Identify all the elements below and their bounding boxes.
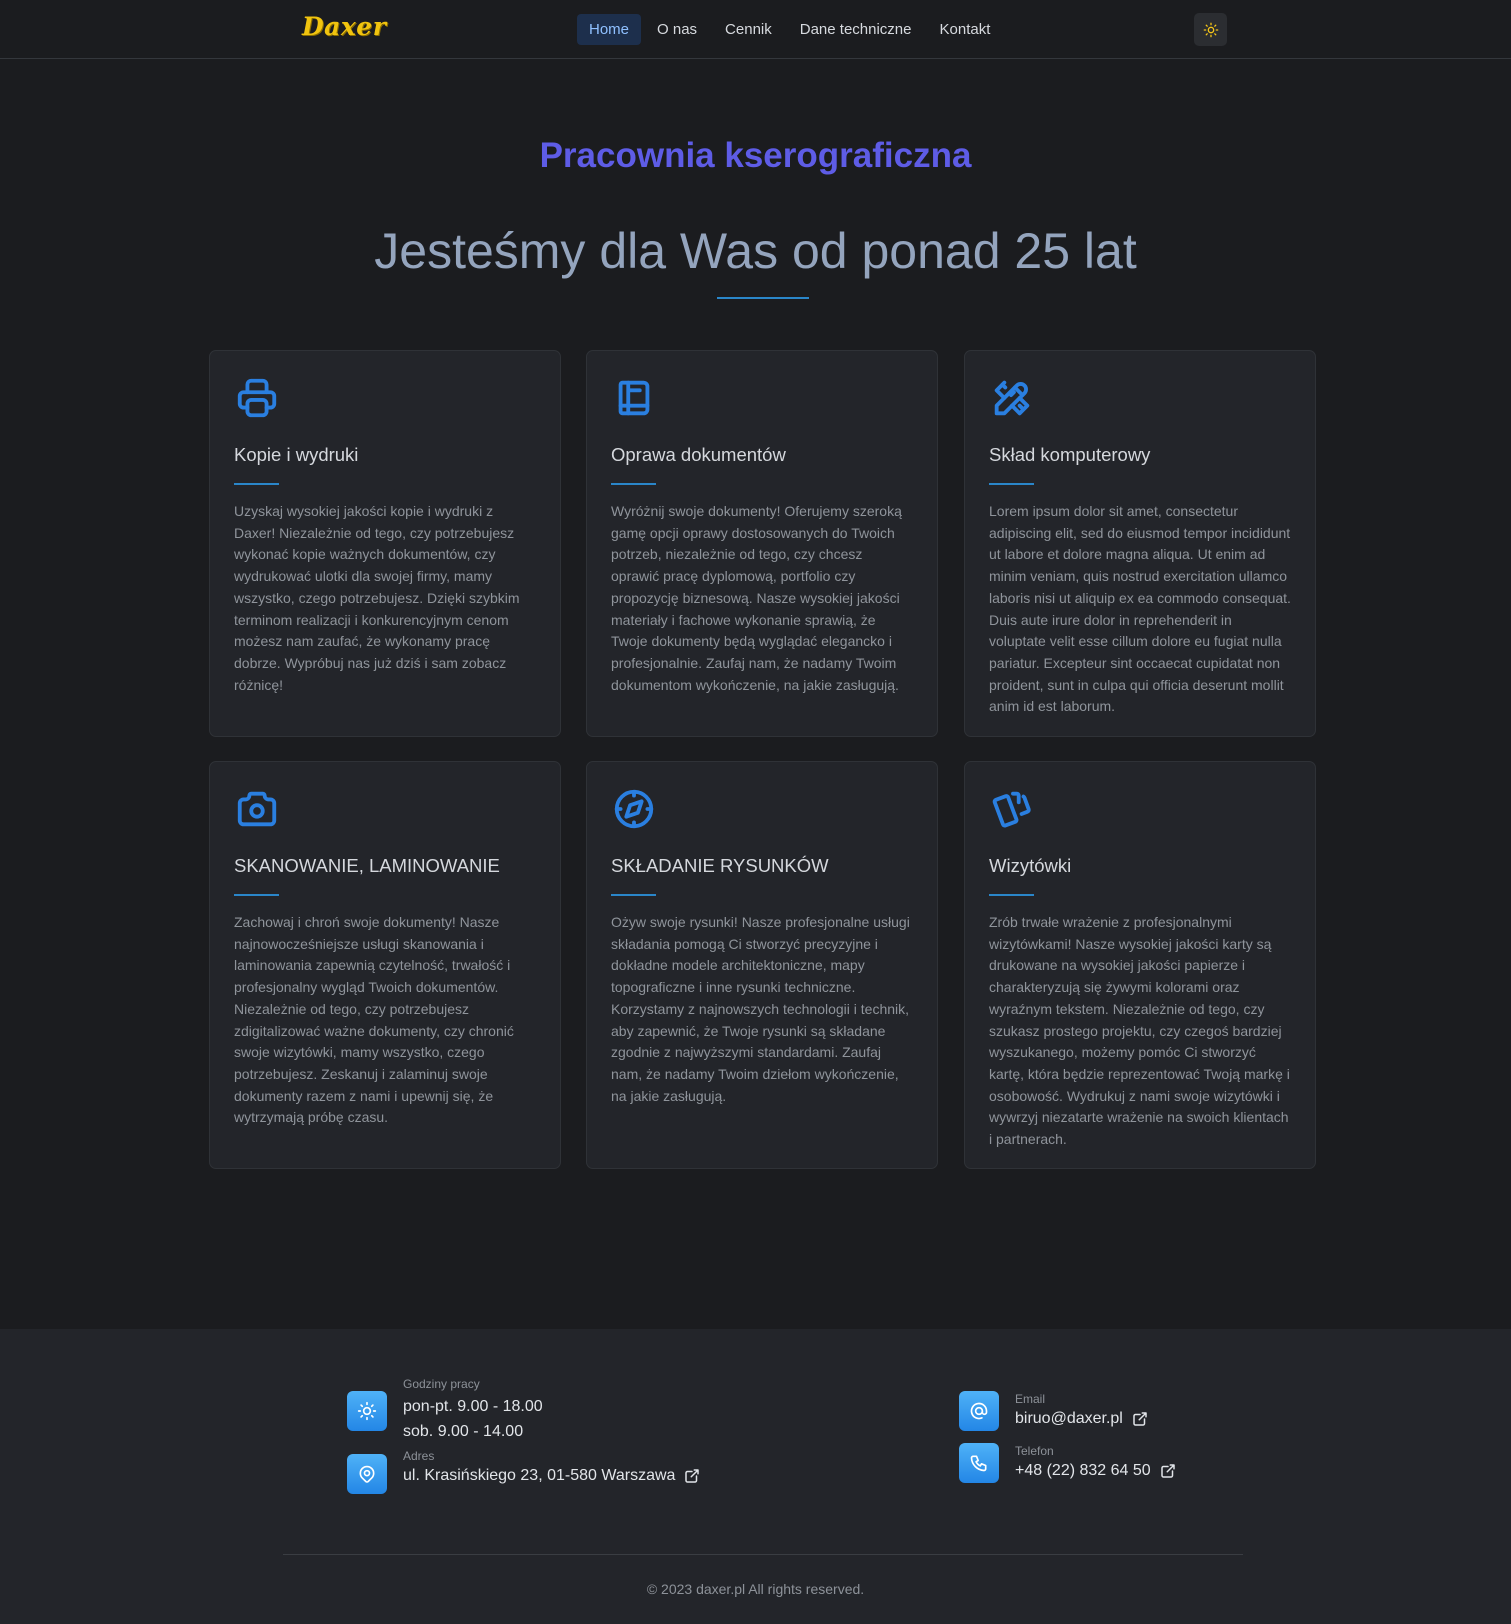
email-text: biruo@daxer.pl: [1015, 1410, 1123, 1427]
page-subtitle: Pracownia kserograficzna: [539, 136, 972, 175]
address-label: Adres: [403, 1449, 435, 1463]
service-card-skanowanie: SKANOWANIE, LAMINOWANIE Zachowaj i chroń…: [209, 761, 561, 1169]
footer-hours: Godziny pracy pon-pt. 9.00 - 18.00 sob. …: [347, 1377, 543, 1444]
external-link-icon: [685, 1468, 700, 1483]
service-card-wizytowki: Wizytówki Zrób trwałe wrażenie z profesj…: [964, 761, 1316, 1169]
main-nav: Home O nas Cennik Dane techniczne Kontak…: [577, 14, 1002, 45]
sun-icon: [357, 1401, 377, 1421]
card-divider: [989, 894, 1034, 896]
nav-o-nas[interactable]: O nas: [645, 14, 709, 45]
email-badge: [959, 1391, 999, 1431]
book-icon: [618, 380, 650, 416]
nav-kontakt[interactable]: Kontakt: [928, 14, 1003, 45]
card-text: Lorem ipsum dolor sit amet, consectetur …: [989, 503, 1291, 715]
card-divider: [611, 894, 656, 896]
address-link[interactable]: ul. Krasińskiego 23, 01-580 Warszawa: [403, 1463, 701, 1488]
card-text: Uzyskaj wysokiej jakości kopie i wydruki…: [234, 503, 520, 693]
phone-label: Telefon: [1015, 1444, 1054, 1458]
camera-icon: [237, 791, 277, 827]
hours-saturday: sob. 9.00 - 14.00: [403, 1423, 524, 1440]
card-title: Skład komputerowy: [989, 444, 1151, 465]
copyright: © 2023 daxer.pl All rights reserved.: [646, 1581, 865, 1597]
external-link-icon: [1160, 1463, 1175, 1478]
card-divider: [234, 483, 279, 485]
footer: [0, 1329, 1511, 1624]
card-text: Zachowaj i chroń swoje dokumenty! Nasze …: [234, 914, 514, 1126]
hours-weekdays: pon-pt. 9.00 - 18.00: [403, 1398, 543, 1415]
card-text: Ożyw swoje rysunki! Nasze profesjonalne …: [611, 914, 910, 1104]
theme-toggle-button[interactable]: [1194, 13, 1227, 46]
headline-divider: [717, 297, 809, 299]
footer-address: Adres ul. Krasińskiego 23, 01-580 Warsza…: [347, 1449, 701, 1494]
phone-text: +48 (22) 832 64 50: [1015, 1462, 1151, 1479]
service-card-oprawa: Oprawa dokumentów Wyróżnij swoje dokumen…: [586, 350, 938, 737]
card-title: Wizytówki: [989, 855, 1072, 876]
compass-icon: [614, 789, 654, 829]
nav-dane-techniczne[interactable]: Dane techniczne: [788, 14, 924, 45]
nav-home[interactable]: Home: [577, 14, 642, 45]
service-card-skladanie: SKŁADANIE RYSUNKÓW Ożyw swoje rysunki! N…: [586, 761, 938, 1169]
cards-icon: [992, 791, 1031, 828]
pencil-ruler-icon: [994, 380, 1030, 416]
phone-badge: [959, 1443, 999, 1483]
hours-badge: [347, 1391, 387, 1431]
external-link-icon: [1133, 1411, 1147, 1426]
card-title: Oprawa dokumentów: [611, 444, 786, 465]
nav-cennik[interactable]: Cennik: [713, 14, 784, 45]
address-badge: [347, 1454, 387, 1494]
service-card-sklad: Skład komputerowy Lorem ipsum dolor sit …: [964, 350, 1316, 737]
email-label: Email: [1015, 1392, 1046, 1406]
printer-icon: [237, 378, 277, 418]
page-headline: Jesteśmy dla Was od ponad 25 lat: [374, 223, 1137, 279]
card-divider: [611, 483, 656, 485]
card-text: Zrób trwałe wrażenie z profesjonalnymi w…: [989, 914, 1290, 1148]
phone-icon: [970, 1455, 987, 1472]
card-title: SKŁADANIE RYSUNKÓW: [611, 855, 829, 876]
card-divider: [989, 483, 1034, 485]
email-link[interactable]: biruo@daxer.pl: [1015, 1406, 1149, 1431]
top-navbar: Daxer Home O nas Cennik Dane techniczne …: [0, 0, 1511, 59]
card-text: Wyróżnij swoje dokumenty! Oferujemy szer…: [611, 503, 902, 693]
footer-divider: [283, 1554, 1243, 1555]
phone-link[interactable]: +48 (22) 832 64 50: [1015, 1458, 1177, 1483]
footer-email: Email biruo@daxer.pl: [959, 1391, 1149, 1431]
map-pin-icon: [359, 1465, 375, 1483]
logo[interactable]: Daxer: [302, 12, 386, 46]
service-card-kopie: Kopie i wydruki Uzyskaj wysokiej jakości…: [209, 350, 561, 737]
card-title: Kopie i wydruki: [234, 444, 359, 465]
address-text: ul. Krasińskiego 23, 01-580 Warszawa: [403, 1467, 676, 1484]
card-divider: [234, 894, 279, 896]
hours-label: Godziny pracy: [403, 1377, 480, 1391]
at-sign-icon: [970, 1402, 988, 1420]
sun-icon: [1203, 22, 1218, 37]
card-title: SKANOWANIE, LAMINOWANIE: [234, 855, 500, 876]
footer-phone: Telefon +48 (22) 832 64 50: [959, 1443, 1177, 1483]
